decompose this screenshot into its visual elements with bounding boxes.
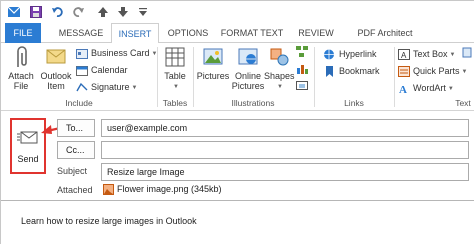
- paperclip-icon: [17, 46, 27, 67]
- ribbon-tabs: FILE MESSAGE INSERT OPTIONS FORMAT TEXT …: [1, 23, 474, 44]
- chevron-down-icon: ▼: [461, 68, 468, 75]
- text-icon: [462, 47, 472, 58]
- hyperlink-button[interactable]: Hyperlink: [323, 47, 377, 61]
- send-label: Send: [17, 154, 39, 164]
- signature-icon: [76, 82, 88, 92]
- tab-message[interactable]: MESSAGE: [56, 23, 106, 43]
- chevron-down-icon: ▼: [173, 83, 179, 90]
- calendar-button[interactable]: Calendar: [76, 63, 128, 77]
- group-label-text: Text: [455, 98, 471, 108]
- smartart-icon: [296, 46, 308, 57]
- chevron-down-icon: ▼: [277, 83, 283, 90]
- to-button[interactable]: To...: [57, 119, 95, 137]
- tab-insert[interactable]: INSERT: [111, 23, 159, 44]
- wordart-icon: A: [399, 84, 407, 94]
- shapes-icon: [270, 48, 289, 66]
- screenshot-icon: [296, 81, 308, 90]
- picture-icon: [203, 48, 223, 65]
- tab-options[interactable]: OPTIONS: [163, 23, 213, 43]
- text-box-icon: A: [398, 49, 410, 61]
- down-arrow-icon[interactable]: [116, 5, 130, 19]
- image-file-icon: [103, 184, 114, 196]
- screenshot-button[interactable]: [296, 80, 310, 94]
- outlook-icon[interactable]: [7, 5, 21, 19]
- subject-field[interactable]: Resize large Image: [101, 163, 469, 181]
- pictures-button[interactable]: Pictures: [196, 45, 230, 81]
- online-picture-icon: [238, 48, 258, 65]
- svg-text:A: A: [401, 51, 407, 60]
- to-field[interactable]: user@example.com: [101, 119, 469, 137]
- business-card-icon: [76, 48, 88, 59]
- ribbon: Attach File Outlook Item Business Card ▼ …: [1, 43, 474, 111]
- group-divider: [394, 47, 395, 107]
- redo-icon[interactable]: [71, 5, 85, 19]
- tab-format-text[interactable]: FORMAT TEXT: [219, 23, 285, 43]
- quick-parts-button[interactable]: Quick Parts ▼: [398, 64, 467, 78]
- table-button[interactable]: Table ▼: [161, 45, 189, 92]
- group-label-links: Links: [344, 98, 364, 108]
- envelope-icon: [46, 49, 66, 64]
- bookmark-icon: [326, 66, 333, 78]
- svg-text:A: A: [399, 84, 407, 94]
- attachment-item[interactable]: Flower image.png (345kb): [103, 182, 222, 196]
- group-label-tables: Tables: [162, 98, 188, 108]
- message-body[interactable]: Learn how to resize large images in Outl…: [1, 200, 474, 244]
- text-box-button[interactable]: A Text Box ▼: [398, 47, 455, 61]
- save-icon[interactable]: [29, 5, 43, 19]
- attachment-name: Flower image.png (345kb): [117, 184, 222, 194]
- cc-button[interactable]: Cc...: [57, 141, 95, 159]
- tab-file[interactable]: FILE: [5, 23, 41, 43]
- tab-review[interactable]: REVIEW: [293, 23, 339, 43]
- group-label-include: Include: [65, 98, 93, 108]
- smartart-button[interactable]: [296, 46, 310, 60]
- body-text: Learn how to resize large images in Outl…: [21, 216, 197, 226]
- group-label-illustrations: Illustrations: [231, 98, 275, 108]
- signature-button[interactable]: Signature ▼: [76, 80, 137, 94]
- bookmark-button[interactable]: Bookmark: [323, 64, 380, 78]
- chart-button[interactable]: [296, 63, 310, 77]
- customize-icon[interactable]: [136, 5, 150, 19]
- subject-label: Subject: [57, 166, 88, 176]
- attached-label: Attached: [57, 185, 93, 195]
- undo-icon[interactable]: [51, 5, 65, 19]
- attach-file-button[interactable]: Attach File: [5, 45, 37, 91]
- hyperlink-icon: [324, 49, 334, 60]
- outlook-item-button[interactable]: Outlook Item: [39, 45, 73, 91]
- shapes-button[interactable]: Shapes ▼: [264, 45, 295, 92]
- send-envelope-icon: [17, 131, 38, 144]
- chevron-down-icon: ▼: [447, 85, 454, 92]
- chevron-down-icon: ▼: [131, 84, 138, 91]
- up-arrow-icon[interactable]: [96, 5, 110, 19]
- tab-pdf-architect[interactable]: PDF Architect: [349, 23, 421, 43]
- chevron-down-icon: ▼: [449, 51, 456, 58]
- calendar-icon: [76, 66, 88, 77]
- cc-field[interactable]: [101, 141, 469, 159]
- table-icon: [165, 47, 185, 67]
- quick-parts-icon: [398, 66, 410, 78]
- business-card-button[interactable]: Business Card ▼: [76, 46, 157, 60]
- online-pictures-button[interactable]: Online Pictures: [231, 45, 265, 91]
- wordart-button[interactable]: A WordArt ▼: [398, 81, 454, 95]
- chart-icon: [297, 65, 308, 74]
- quick-access-toolbar: [1, 1, 474, 23]
- more-text-button[interactable]: [462, 47, 472, 61]
- outlook-message-window: FILE MESSAGE INSERT OPTIONS FORMAT TEXT …: [0, 0, 474, 244]
